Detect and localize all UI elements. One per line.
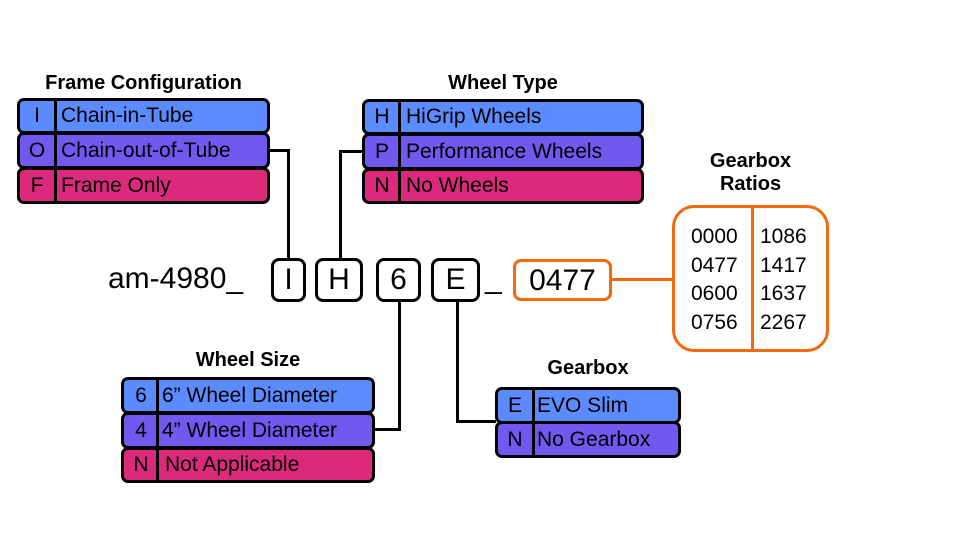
divider — [54, 98, 57, 134]
gearbox-ratios-title-line1: Gearbox — [709, 150, 792, 172]
wheel-type-option-no-wheels: N No Wheels — [362, 168, 644, 204]
option-label: Not Applicable — [165, 453, 300, 476]
gearbox-title: Gearbox — [547, 357, 629, 379]
ratios-right-column: 1086 1417 1637 2267 — [760, 223, 807, 337]
option-code: N — [133, 453, 149, 476]
divider — [398, 133, 401, 170]
option-label: Frame Only — [61, 173, 171, 197]
option-label: Chain-in-Tube — [61, 104, 194, 127]
option-code: E — [507, 393, 522, 417]
wheel-size-option-not-applicable: N Not Applicable — [121, 447, 375, 483]
separator-underscore: _ — [485, 262, 502, 295]
code-box-gearbox-ratio: 0477 — [513, 259, 612, 301]
code-box-gearbox: E — [431, 258, 480, 302]
option-label: 6” Wheel Diameter — [162, 383, 338, 407]
divider — [54, 132, 57, 169]
ratio-value: 1417 — [760, 253, 807, 277]
ratio-value: 0600 — [691, 282, 738, 305]
wheel-size-option-6in: 6 6” Wheel Diameter — [121, 377, 375, 414]
frame-option-chain-out-of-tube: O Chain-out-of-Tube — [17, 132, 270, 169]
connector-wheel-type-v — [339, 150, 342, 259]
gearbox-option-no-gearbox: N No Gearbox — [495, 421, 681, 458]
connector-wheel-size-h — [373, 428, 401, 431]
wheel-type-option-higrip: H HiGrip Wheels — [362, 99, 644, 135]
ratio-value: 1637 — [760, 282, 807, 305]
wheel-type-title: Wheel Type — [448, 72, 558, 94]
ratios-divider — [751, 205, 754, 352]
ratios-left-column: 0000 0477 0600 0756 — [691, 223, 738, 337]
wheel-size-title: Wheel Size — [195, 349, 301, 371]
divider — [156, 377, 159, 414]
option-code: N — [507, 427, 523, 451]
wheel-type-option-performance: P Performance Wheels — [362, 133, 644, 170]
connector-wheel-size-v — [398, 301, 401, 431]
wheel-size-table: 6 6” Wheel Diameter 4 4” Wheel Diameter … — [121, 377, 375, 483]
code-box-frame: I — [271, 258, 306, 302]
option-code: O — [28, 138, 46, 162]
gearbox-ratios-table: 0000 0477 0600 0756 1086 1417 1637 2267 — [672, 205, 829, 352]
connector-ratio-h — [611, 278, 674, 281]
option-code: P — [374, 139, 389, 163]
connector-gearbox-h — [456, 420, 496, 423]
wheel-type-table: H HiGrip Wheels P Performance Wheels N N… — [362, 99, 644, 204]
connector-gearbox-v — [456, 301, 459, 423]
code-box-wheel-type: H — [315, 258, 363, 302]
gearbox-ratios-title: Gearbox Ratios — [672, 150, 829, 196]
part-number-prefix: am-4980_ — [108, 262, 244, 295]
option-label: No Wheels — [406, 174, 509, 197]
ratio-value: 0756 — [691, 310, 738, 334]
frame-configuration-title: Frame Configuration — [45, 72, 242, 94]
connector-wheel-type-h — [339, 150, 363, 153]
option-label: HiGrip Wheels — [406, 105, 542, 128]
gearbox-ratios-title-line2: Ratios — [719, 173, 782, 195]
divider — [156, 412, 159, 449]
ratio-value: 0477 — [691, 253, 738, 277]
gearbox-option-evo-slim: E EVO Slim — [495, 387, 681, 424]
option-label: Chain-out-of-Tube — [61, 138, 231, 162]
wheel-size-option-4in: 4 4” Wheel Diameter — [121, 412, 375, 449]
option-label: 4” Wheel Diameter — [162, 418, 338, 442]
option-code: I — [34, 104, 40, 127]
option-code: 6 — [135, 383, 147, 407]
option-label: No Gearbox — [537, 427, 651, 451]
option-label: Performance Wheels — [406, 139, 603, 163]
ratio-value: 2267 — [760, 310, 807, 334]
divider — [54, 167, 57, 204]
ratio-value: 1086 — [760, 225, 807, 248]
frame-option-frame-only: F Frame Only — [17, 167, 270, 204]
divider — [156, 447, 159, 483]
option-code: F — [30, 173, 44, 197]
code-box-wheel-size: 6 — [376, 258, 421, 302]
option-code: N — [374, 174, 390, 197]
divider — [398, 99, 401, 135]
option-code: 4 — [135, 418, 147, 442]
frame-option-chain-in-tube: I Chain-in-Tube — [17, 98, 270, 134]
option-code: H — [374, 105, 390, 128]
divider — [532, 387, 535, 424]
divider — [398, 168, 401, 204]
option-label: EVO Slim — [537, 393, 629, 417]
connector-frame-v — [287, 149, 290, 259]
ratio-value: 0000 — [691, 225, 738, 248]
frame-configuration-table: I Chain-in-Tube O Chain-out-of-Tube F Fr… — [17, 98, 270, 204]
gearbox-table: E EVO Slim N No Gearbox — [495, 387, 681, 458]
divider — [532, 421, 535, 458]
